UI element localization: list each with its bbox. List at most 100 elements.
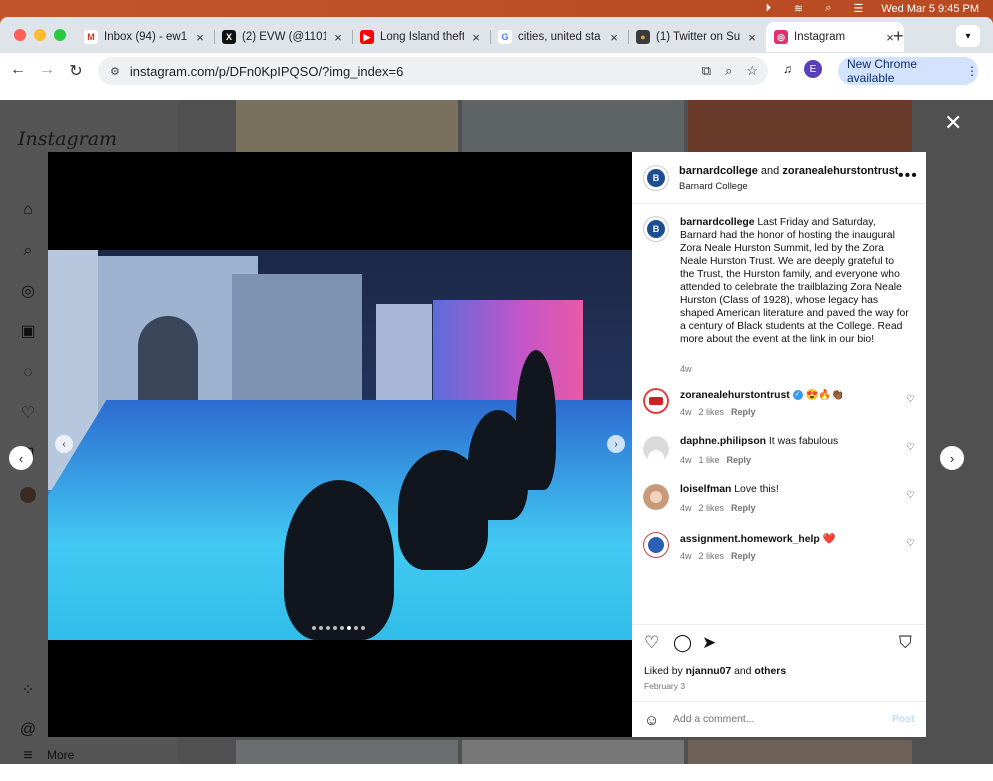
save-bookmark-icon[interactable]: ⛉ bbox=[899, 633, 912, 653]
media-controls-icon[interactable]: ♫ bbox=[783, 62, 792, 76]
emoji-icon[interactable]: ☺ bbox=[644, 712, 659, 729]
carousel-next-button[interactable]: › bbox=[607, 435, 625, 453]
post-date: February 3 bbox=[644, 681, 686, 691]
close-tab-icon[interactable]: × bbox=[332, 30, 344, 45]
previous-post-button[interactable]: ‹ bbox=[9, 446, 33, 470]
threads-apps-icon[interactable]: ⁘ bbox=[18, 680, 38, 700]
tab-label: (2) EVW (@1101 bbox=[242, 31, 326, 43]
zoom-icon[interactable]: ⌕ bbox=[725, 63, 732, 79]
install-app-icon[interactable]: ⧉ bbox=[702, 63, 711, 79]
close-tab-icon[interactable]: × bbox=[608, 30, 620, 45]
add-comment-input[interactable]: Add a comment... bbox=[673, 714, 754, 725]
carousel-indicator bbox=[312, 626, 365, 630]
browser-tab[interactable]: Gcities, united sta × bbox=[490, 22, 628, 52]
author-link-zora[interactable]: zoranealehurstontrust bbox=[782, 165, 898, 177]
caption-avatar[interactable]: B bbox=[643, 216, 669, 242]
reply-button[interactable]: Reply bbox=[731, 503, 756, 513]
next-post-button[interactable]: › bbox=[940, 446, 964, 470]
browser-tab[interactable]: X (2) EVW (@1101 × bbox=[214, 22, 352, 52]
close-tab-icon[interactable]: × bbox=[470, 30, 482, 45]
profile-avatar[interactable]: E bbox=[804, 60, 822, 78]
comment-likes[interactable]: 2 likes bbox=[699, 407, 725, 417]
comment-like-heart-icon[interactable]: ♡ bbox=[906, 538, 915, 549]
post-caption: barnardcollege Last Friday and Saturday,… bbox=[680, 216, 910, 346]
search-icon[interactable]: ⌕ bbox=[18, 241, 38, 261]
reels-icon[interactable]: ▣ bbox=[18, 321, 38, 341]
barnard-seal-icon: B bbox=[647, 169, 665, 187]
bookmark-star-icon[interactable]: ☆ bbox=[746, 63, 758, 79]
commenter-username[interactable]: loiselfman bbox=[680, 484, 731, 495]
minimize-window-button[interactable] bbox=[34, 29, 46, 41]
carousel-dot bbox=[347, 626, 351, 630]
forward-button[interactable]: → bbox=[37, 61, 57, 79]
threads-icon[interactable]: @ bbox=[18, 720, 38, 740]
address-bar[interactable]: ⚙ instagram.com/p/DFn0KpIPQSO/?img_index… bbox=[98, 57, 768, 85]
close-modal-icon[interactable]: ✕ bbox=[944, 110, 962, 136]
menubar-datetime: Wed Mar 5 9:45 PM bbox=[881, 2, 979, 15]
author-link-barnard[interactable]: barnardcollege bbox=[679, 165, 758, 177]
comment-icon[interactable]: ◯ bbox=[673, 633, 692, 653]
commenter-avatar[interactable] bbox=[643, 388, 669, 414]
commenter-avatar[interactable] bbox=[643, 484, 669, 510]
comment-like-heart-icon[interactable]: ♡ bbox=[906, 394, 915, 405]
back-button[interactable]: ← bbox=[8, 61, 28, 79]
comment-likes[interactable]: 2 likes bbox=[699, 503, 725, 513]
update-chrome-button[interactable]: New Chrome available ⋮ bbox=[838, 57, 978, 85]
play-icon[interactable]: ⏵ bbox=[761, 2, 775, 15]
post-comment-button[interactable]: Post bbox=[892, 714, 915, 725]
commenter-username[interactable]: assignment.homework_help bbox=[680, 534, 820, 545]
like-heart-icon[interactable]: ♡ bbox=[644, 633, 659, 653]
comment-like-heart-icon[interactable]: ♡ bbox=[906, 490, 915, 501]
commenter-avatar[interactable] bbox=[643, 532, 669, 558]
kebab-menu-icon[interactable]: ⋮ bbox=[966, 64, 978, 78]
explore-icon[interactable]: ◎ bbox=[18, 281, 38, 301]
close-tab-icon[interactable]: × bbox=[194, 30, 206, 45]
commenter-avatar[interactable] bbox=[643, 436, 669, 462]
barnard-avatar[interactable]: B bbox=[643, 165, 669, 191]
browser-tab[interactable]: ▶ Long Island theft × bbox=[352, 22, 490, 52]
tab-search-button[interactable]: ▾ bbox=[956, 25, 980, 47]
comment-like-heart-icon[interactable]: ♡ bbox=[906, 442, 915, 453]
post-media: ‹ › bbox=[48, 152, 632, 737]
instagram-page: Instagram ⌂ ⌕ ◎ ▣ ◌ ♡ ⊞ ⁘ @ ≡ More ✕ ‹ › bbox=[0, 100, 993, 764]
carousel-dot bbox=[326, 626, 330, 630]
carousel-prev-button[interactable]: ‹ bbox=[55, 435, 73, 453]
more-label[interactable]: More bbox=[47, 748, 74, 762]
close-window-button[interactable] bbox=[14, 29, 26, 41]
browser-tab[interactable]: M Inbox (94) - ew1 × bbox=[76, 22, 214, 52]
caption-timestamp: 4w bbox=[680, 364, 692, 374]
control-center-icon[interactable]: ☰ bbox=[851, 3, 865, 15]
more-options-icon[interactable]: ••• bbox=[898, 167, 918, 185]
browser-tab[interactable]: ● (1) Twitter on Su × bbox=[628, 22, 766, 52]
wifi-icon[interactable]: ≋ bbox=[791, 3, 805, 15]
close-tab-icon[interactable]: × bbox=[746, 30, 758, 45]
home-icon[interactable]: ⌂ bbox=[18, 200, 38, 220]
reply-button[interactable]: Reply bbox=[731, 551, 756, 561]
profile-avatar-icon[interactable] bbox=[18, 485, 38, 505]
commenter-username[interactable]: zoranealehurstontrust bbox=[680, 390, 790, 401]
commenter-username[interactable]: daphne.philipson bbox=[680, 436, 766, 447]
comment-item: daphne.philipson It was fabulous 4w 1 like… bbox=[632, 436, 926, 476]
zoom-window-button[interactable] bbox=[54, 29, 66, 41]
instagram-logo[interactable]: Instagram bbox=[18, 128, 117, 150]
liked-others-link[interactable]: others bbox=[754, 666, 786, 677]
reload-button[interactable]: ↻ bbox=[66, 61, 86, 81]
post-location[interactable]: Barnard College bbox=[679, 181, 748, 192]
reply-button[interactable]: Reply bbox=[727, 455, 752, 465]
messenger-icon[interactable]: ◌ bbox=[18, 363, 38, 383]
comment-likes[interactable]: 2 likes bbox=[699, 551, 725, 561]
comment-likes[interactable]: 1 like bbox=[699, 455, 720, 465]
reply-button[interactable]: Reply bbox=[731, 407, 756, 417]
new-tab-button[interactable]: + bbox=[893, 26, 904, 47]
search-icon[interactable]: ⌕ bbox=[821, 2, 835, 15]
browser-tab[interactable]: ◎ Instagram × bbox=[766, 22, 904, 52]
share-icon[interactable]: ➤ bbox=[702, 633, 716, 653]
liked-user-link[interactable]: njannu07 bbox=[686, 666, 732, 677]
more-menu-icon[interactable]: ≡ bbox=[18, 746, 38, 764]
comment-text: loiselfman Love this! bbox=[680, 484, 779, 495]
site-info-icon[interactable]: ⚙ bbox=[110, 65, 120, 78]
grid-thumbnail bbox=[462, 100, 684, 152]
caption-username[interactable]: barnardcollege bbox=[680, 217, 755, 228]
notifications-heart-icon[interactable]: ♡ bbox=[18, 403, 38, 423]
post-photo[interactable] bbox=[48, 250, 632, 640]
